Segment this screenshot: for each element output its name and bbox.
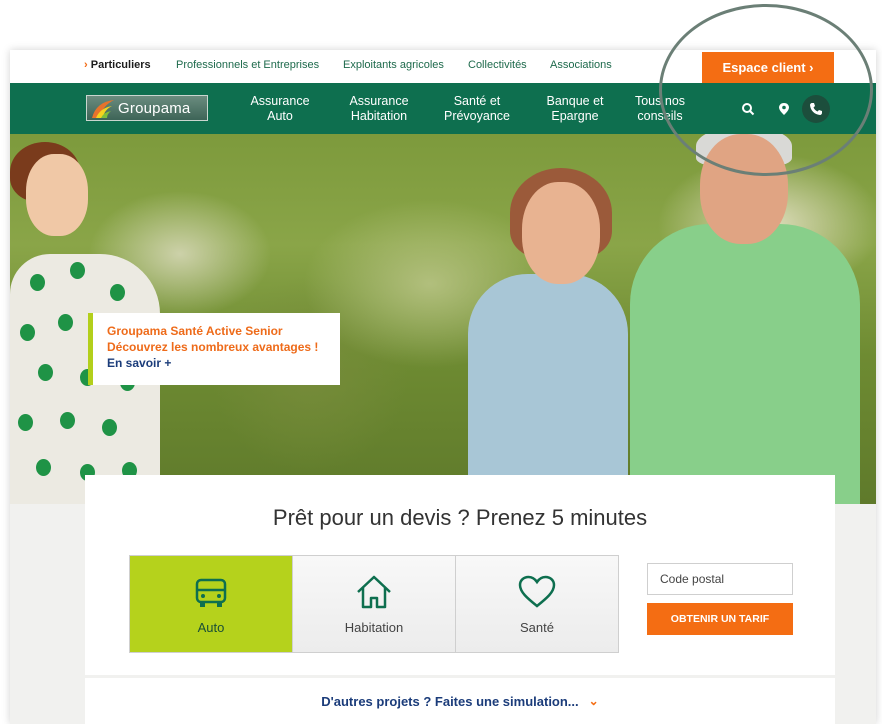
location-icon[interactable] xyxy=(770,95,798,123)
espace-client-button[interactable]: Espace client › xyxy=(702,52,834,83)
nav-item-assurance-auto[interactable]: Assurance Auto xyxy=(250,94,310,124)
house-icon xyxy=(357,575,391,608)
nav-item-sante-prevoyance[interactable]: Santé et Prévoyance xyxy=(440,94,514,124)
postal-code-input[interactable] xyxy=(647,563,793,595)
promo-link[interactable]: En savoir + xyxy=(107,355,340,371)
hero-person-middle-face xyxy=(522,182,600,284)
car-icon xyxy=(195,578,227,607)
nav-item-line: Tous nos xyxy=(634,94,686,108)
nav-item-line: Prévoyance xyxy=(443,109,510,123)
hero-person-left-face xyxy=(26,154,88,236)
topbar-item-exploitants[interactable]: Exploitants agricoles xyxy=(343,59,444,71)
top-audience-bar: Particuliers Professionnels et Entrepris… xyxy=(10,50,876,83)
groupama-logo[interactable]: Groupama xyxy=(86,95,208,121)
quote-panel: Prêt pour un devis ? Prenez 5 minutes Au… xyxy=(85,475,835,675)
tab-habitation-label: Habitation xyxy=(344,619,404,635)
nav-item-line: Auto xyxy=(267,109,293,123)
promo-card[interactable]: Groupama Santé Active Senior Découvrez l… xyxy=(88,313,340,385)
heart-icon xyxy=(518,575,556,608)
hero-banner: Groupama Santé Active Senior Découvrez l… xyxy=(10,134,876,504)
get-quote-button[interactable]: OBTENIR UN TARIF xyxy=(647,603,793,635)
topbar-item-associations[interactable]: Associations xyxy=(550,59,612,71)
nav-item-banque-epargne[interactable]: Banque et Epargne xyxy=(540,94,610,124)
tab-sante-label: Santé xyxy=(520,619,554,635)
groupama-logo-icon xyxy=(90,96,116,120)
tab-habitation[interactable]: Habitation xyxy=(293,556,456,652)
nav-item-line: Habitation xyxy=(350,109,408,123)
tab-auto[interactable]: Auto xyxy=(130,556,293,652)
logo-text: Groupama xyxy=(118,99,191,117)
product-selector: Auto Habitation Santé xyxy=(129,555,619,653)
nav-item-line: Epargne xyxy=(551,109,599,123)
nav-item-line: conseils xyxy=(637,109,683,123)
hero-person-middle xyxy=(468,274,628,504)
promo-title: Groupama Santé Active Senior xyxy=(107,324,283,338)
main-navigation: Groupama Assurance Auto Assurance Habita… xyxy=(10,83,876,134)
nav-item-line: Assurance xyxy=(349,94,409,108)
search-icon[interactable] xyxy=(734,95,762,123)
hero-person-right-face xyxy=(700,134,788,244)
topbar-item-collectivites[interactable]: Collectivités xyxy=(468,59,527,71)
promo-subtitle: Découvrez les nombreux avantages ! xyxy=(107,340,319,354)
nav-item-tous-nos-conseils[interactable]: Tous nos conseils xyxy=(630,94,690,124)
nav-item-assurance-habitation[interactable]: Assurance Habitation xyxy=(343,94,415,124)
browser-page: Particuliers Professionnels et Entrepris… xyxy=(10,50,876,724)
hero-person-right xyxy=(630,224,860,504)
other-projects-link[interactable]: D'autres projets ? Faites une simulation… xyxy=(85,678,835,724)
other-projects-label: D'autres projets ? Faites une simulation… xyxy=(321,693,579,709)
nav-item-line: Santé et xyxy=(453,94,501,108)
tab-sante[interactable]: Santé xyxy=(456,556,618,652)
chevron-down-icon: ⌄ xyxy=(588,694,599,708)
nav-item-line: Banque et xyxy=(546,94,604,108)
topbar-item-professionnels[interactable]: Professionnels et Entreprises xyxy=(176,59,319,71)
tab-auto-label: Auto xyxy=(197,619,225,635)
phone-icon[interactable] xyxy=(802,95,830,123)
topbar-item-particuliers[interactable]: Particuliers xyxy=(84,59,151,71)
quote-title: Prêt pour un devis ? Prenez 5 minutes xyxy=(272,505,648,530)
nav-item-line: Assurance xyxy=(250,94,310,108)
